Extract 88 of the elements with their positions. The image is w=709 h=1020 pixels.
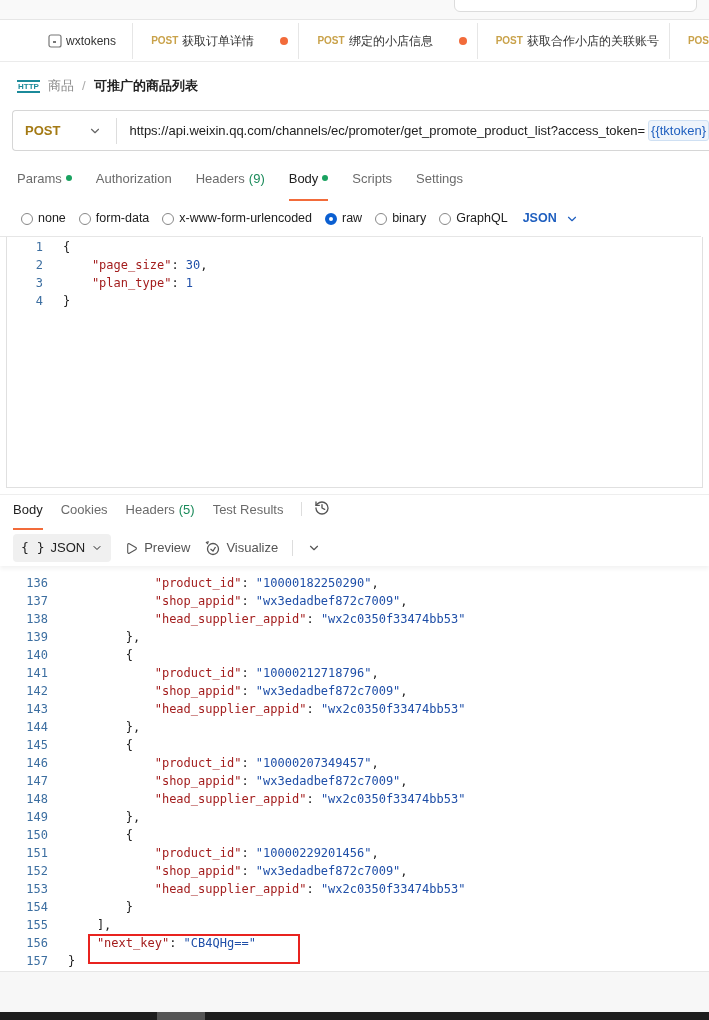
request-tab[interactable]: POST 获取订单详情 [151, 22, 300, 59]
line-number: 146 [25, 755, 49, 772]
radio-option[interactable]: raw [325, 209, 363, 228]
code-line: "next_key": "CB4QHg==" [95, 935, 256, 952]
request-section-tab[interactable]: Scripts [352, 165, 393, 201]
line-number: 145 [25, 737, 49, 754]
line-number: 144 [25, 719, 49, 736]
code-line: "product_id": "10000229201456", [153, 845, 379, 862]
code-line: { [124, 737, 134, 754]
code-line: } [124, 899, 134, 916]
line-number: 136 [25, 575, 49, 592]
format-select[interactable]: { } JSON [13, 534, 112, 562]
radio-option[interactable]: binary [375, 209, 427, 228]
request-section-tab[interactable]: Params [17, 165, 72, 201]
line-number: 1 [34, 239, 44, 256]
play-icon [125, 541, 139, 555]
breadcrumb-separator: / [81, 77, 86, 96]
code-line: }, [124, 809, 141, 826]
line-number: 153 [25, 881, 49, 898]
line-number: 138 [25, 611, 49, 628]
code-line: "product_id": "10000182250290", [153, 575, 379, 592]
search-field[interactable] [454, 0, 697, 12]
line-number: 4 [34, 293, 44, 310]
request-tab[interactable]: POST 绑定的小店信息 [317, 22, 478, 59]
breadcrumb-link[interactable]: 商品 [47, 76, 74, 96]
code-line: "plan_type": 1 [90, 275, 194, 292]
line-number: 3 [34, 275, 44, 292]
code-line: } [68, 953, 76, 970]
code-line: "page_size": 30, [90, 257, 208, 274]
code-line: { [124, 827, 134, 844]
code-line: "head_supplier_appid": "wx2c0350f33474bb53" [153, 791, 466, 808]
request-section-tab[interactable]: Settings [416, 165, 464, 201]
code-line: "head_supplier_appid": "wx2c0350f33474bb53" [153, 611, 466, 628]
window-icon [48, 33, 62, 48]
code-line: "shop_appid": "wx3edadbef872c7009", [153, 773, 408, 790]
code-line: "shop_appid": "wx3edadbef872c7009", [153, 593, 408, 610]
request-tab[interactable]: POST 获取合作小店的关联账号 [495, 22, 670, 59]
radio-option[interactable]: form-data [78, 209, 150, 228]
response-tab[interactable]: Cookies [60, 500, 108, 530]
response-tab[interactable]: Headers (5) [125, 500, 195, 530]
request-tab[interactable]: wxtokens [48, 22, 134, 59]
visualize-button[interactable]: Visualize [204, 538, 279, 558]
request-section-tab[interactable]: Headers (9) [195, 165, 265, 201]
line-number: 141 [25, 665, 49, 682]
language-select[interactable]: JSON [522, 209, 579, 228]
line-number: 155 [25, 917, 49, 934]
radio-option[interactable]: none [21, 209, 66, 228]
line-number: 142 [25, 683, 49, 700]
line-number: 147 [25, 773, 49, 790]
line-number: 152 [25, 863, 49, 880]
line-number: 139 [25, 629, 49, 646]
request-section-tab[interactable]: Authorization [95, 165, 172, 201]
visualize-icon [204, 540, 221, 556]
code-line: "product_id": "10000212718796", [153, 665, 379, 682]
scrollbar-thumb[interactable] [157, 1012, 205, 1020]
radio-option[interactable]: x-www-form-urlencoded [162, 209, 312, 228]
code-line: ], [95, 917, 112, 934]
line-number: 137 [25, 593, 49, 610]
code-line: } [63, 293, 71, 310]
radio-option[interactable]: GraphQL [439, 209, 508, 228]
line-number: 140 [25, 647, 49, 664]
request-section-tab[interactable]: Body [288, 165, 329, 201]
response-tab[interactable]: Test Results [212, 500, 284, 530]
line-number: 154 [25, 899, 49, 916]
code-line: { [124, 647, 134, 664]
code-line: { [63, 239, 71, 256]
preview-button[interactable]: Preview [125, 538, 191, 558]
code-line: "head_supplier_appid": "wx2c0350f33474bb53" [153, 881, 466, 898]
code-line: "product_id": "10000207349457", [153, 755, 379, 772]
line-number: 151 [25, 845, 49, 862]
line-number: 2 [34, 257, 44, 274]
code-line: }, [124, 629, 141, 646]
history-icon[interactable] [314, 500, 331, 516]
line-number: 156 [25, 935, 49, 952]
method-select[interactable]: POST [13, 117, 118, 144]
code-line: "shop_appid": "wx3edadbef872c7009", [153, 683, 408, 700]
code-line: "shop_appid": "wx3edadbef872c7009", [153, 863, 408, 880]
line-number: 157 [25, 953, 49, 970]
code-line: }, [124, 719, 141, 736]
line-number: 149 [25, 809, 49, 826]
line-number: 150 [25, 827, 49, 844]
line-number: 143 [25, 701, 49, 718]
request-title: 可推广的商品列表 [93, 77, 198, 96]
line-number: 148 [25, 791, 49, 808]
code-line: "head_supplier_appid": "wx2c0350f33474bb53" [153, 701, 466, 718]
request-editor[interactable]: 1 { 2 "page_size": 30, 3 "plan_type": 1 4 } [6, 237, 703, 488]
url-input[interactable]: https://api.weixin.qq.com/channels/ec/promoter/get_promote_product_list?access_token= {{tktoken} [117, 119, 709, 142]
response-tab[interactable]: Body [13, 500, 43, 530]
